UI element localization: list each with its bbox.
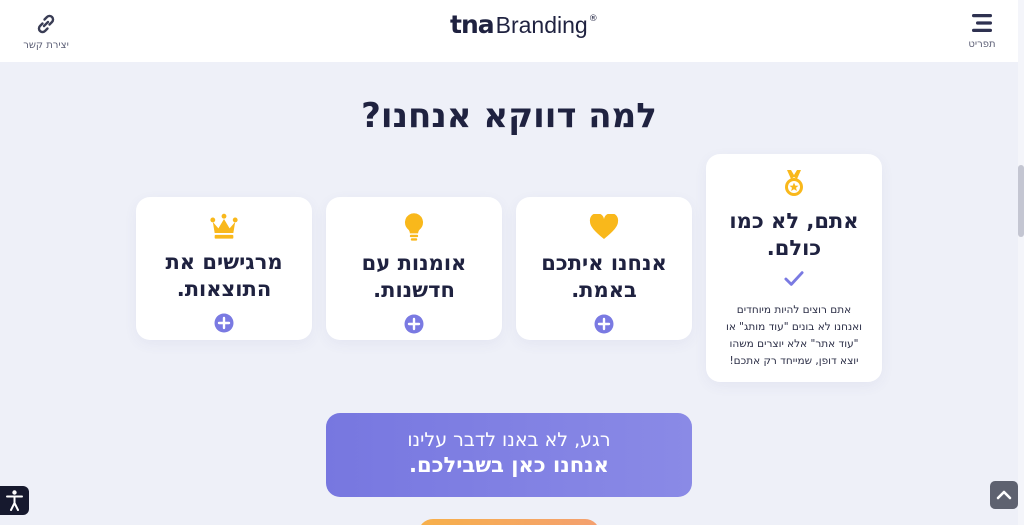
card-description-line2: ואנחנו לא בונים "עוד מותג" או xyxy=(725,321,863,333)
medal-icon xyxy=(785,170,803,196)
card-description-line3: "עוד אתר" אלא יוצרים משהו xyxy=(729,338,859,350)
card-unique[interactable]: אתם, לא כמו כולם. אתם רוצים להיות מיוחדי… xyxy=(706,154,882,382)
logo-bold-text: tna xyxy=(450,10,495,39)
cta-banner[interactable]: רגע, לא באנו לדבר עלינו אנחנו כאן בשבילכ… xyxy=(326,413,692,497)
cta-line2: אנחנו כאן בשבילכם. xyxy=(409,453,609,477)
hamburger-icon xyxy=(972,14,992,32)
plus-circle-icon[interactable] xyxy=(594,314,614,334)
chevron-up-icon xyxy=(996,490,1012,500)
checkmark-icon xyxy=(784,271,804,286)
card-title-line1: אומנות עם xyxy=(361,251,467,275)
cta-line1: רגע, לא באנו לדבר עלינו xyxy=(407,429,611,451)
card-description-line1: אתם רוצים להיות מיוחדים xyxy=(736,304,852,316)
menu-button[interactable]: תפריט xyxy=(962,12,1002,50)
link-icon xyxy=(37,14,55,34)
scrollbar-thumb[interactable] xyxy=(1018,165,1024,237)
section-title: למה דווקא אנחנו? xyxy=(361,96,657,136)
plus-circle-icon[interactable] xyxy=(404,314,424,334)
scrollbar-track[interactable] xyxy=(1018,0,1024,525)
contact-link[interactable]: יצירת קשר xyxy=(22,12,70,51)
card-art-innovation[interactable]: אומנות עם חדשנות. xyxy=(326,197,502,340)
plus-circle-icon[interactable] xyxy=(214,313,234,333)
crown-icon xyxy=(210,213,238,239)
logo-light-text: Branding xyxy=(495,12,588,38)
card-with-you[interactable]: אנחנו איתכם באמת. xyxy=(516,197,692,340)
contact-label: יצירת קשר xyxy=(23,40,69,51)
accessibility-button[interactable] xyxy=(0,486,29,515)
site-header: יצירת קשר tna Branding ® תפריט xyxy=(0,0,1018,62)
heart-icon xyxy=(589,214,619,239)
menu-label: תפריט xyxy=(968,39,996,50)
card-title-line2: באמת. xyxy=(571,278,637,302)
card-title-line2: חדשנות. xyxy=(373,278,455,302)
card-title-line1: אנחנו איתכם xyxy=(541,251,667,275)
card-description-line4: יוצא דופן, שמייחד רק אתכם! xyxy=(729,355,859,367)
card-title-line1: אתם, לא כמו xyxy=(729,209,859,233)
card-results[interactable]: מרגישים את התוצאות. xyxy=(136,197,312,340)
lightbulb-icon xyxy=(404,213,424,241)
logo-mark: ® xyxy=(588,14,598,24)
card-title-line2: כולם. xyxy=(766,236,822,260)
accessibility-icon xyxy=(6,490,23,511)
card-title-line1: מרגישים את xyxy=(165,250,283,274)
card-title-line2: התוצאות. xyxy=(176,277,272,301)
next-section-button[interactable] xyxy=(418,519,600,525)
scroll-to-top-button[interactable] xyxy=(990,481,1018,509)
brand-logo[interactable]: tna Branding ® xyxy=(450,10,598,44)
